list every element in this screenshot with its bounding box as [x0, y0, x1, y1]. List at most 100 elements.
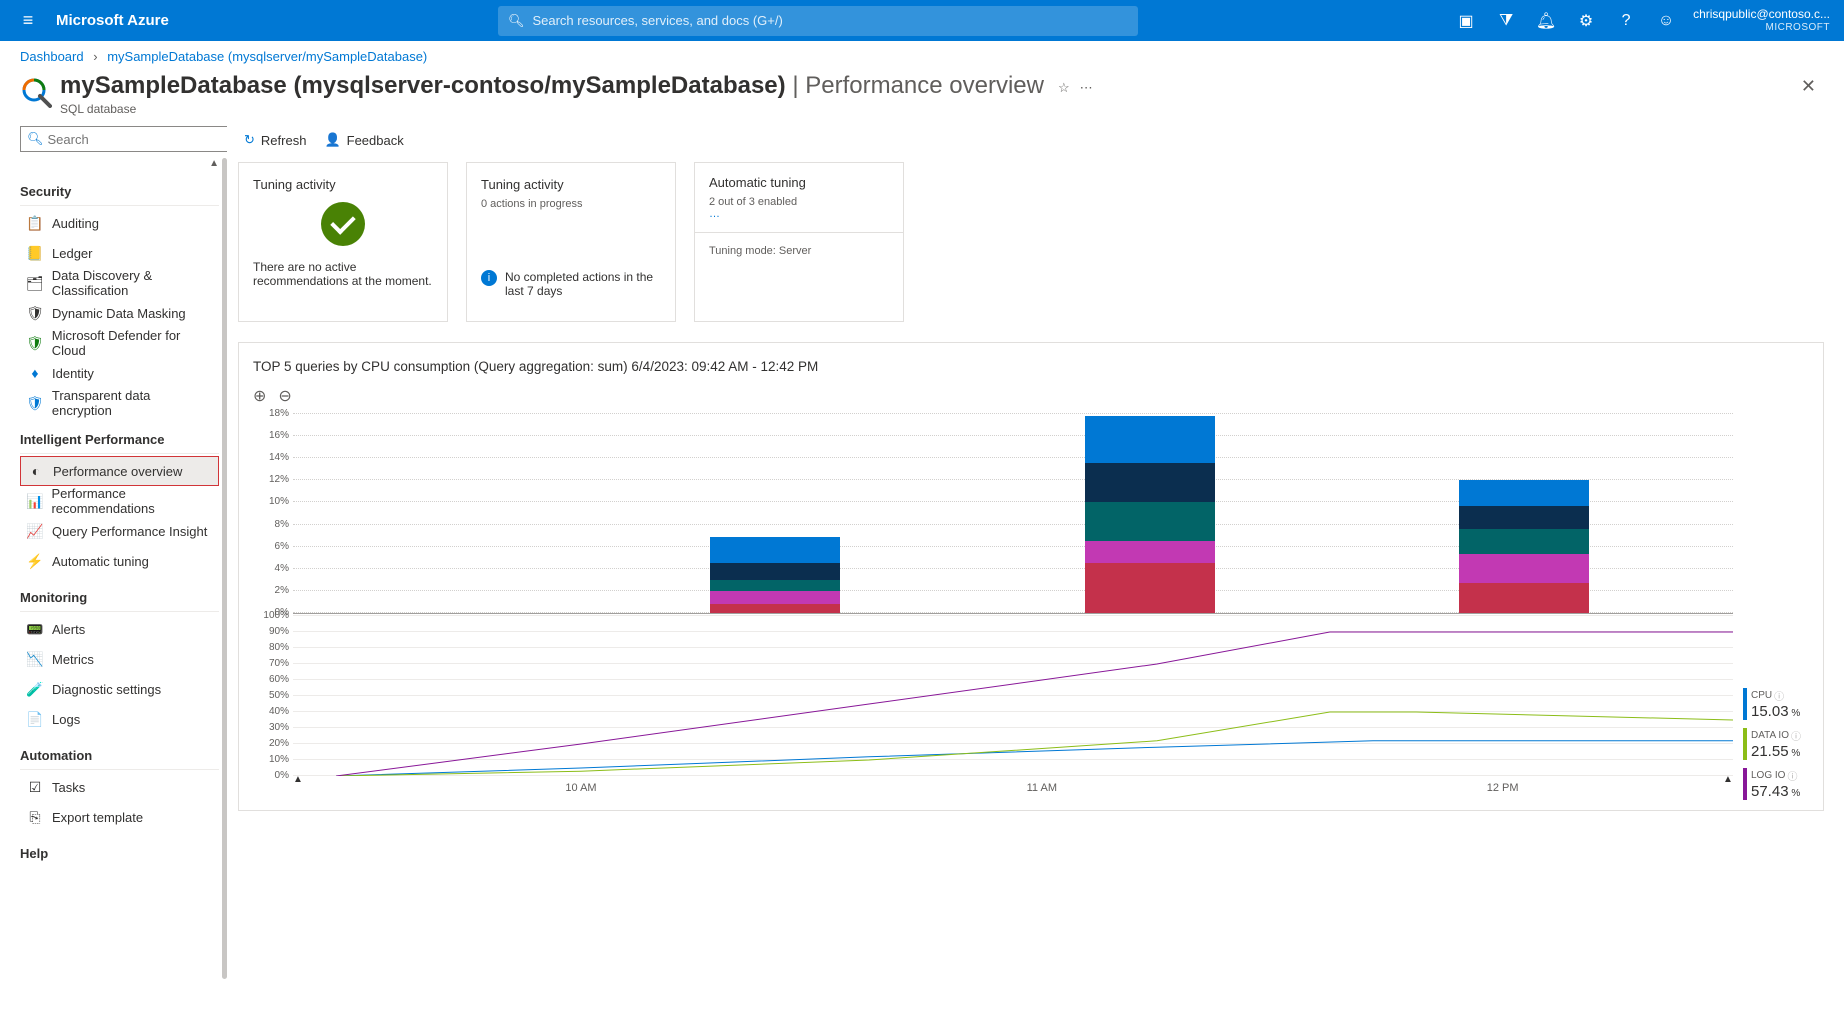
legend-item-cpu[interactable]: CPU ⓘ15.03 % — [1743, 688, 1809, 720]
user-block[interactable]: chrisqpublic@contoso.c... MICROSOFT — [1693, 7, 1836, 33]
top-icon-bar: ▣ ⧩ 🔔︎ ⚙ ? ☺ — [1447, 0, 1685, 41]
sidebar-search-input[interactable] — [48, 132, 224, 147]
info-icon: i — [481, 270, 497, 286]
nav-identity[interactable]: ♦ Identity — [20, 358, 219, 388]
zoom-in-icon[interactable]: ⊕ — [253, 386, 266, 406]
nav-performance-overview[interactable]: ◐Performance overview — [20, 456, 219, 486]
nav-defender[interactable]: 🛡 Microsoft Defender for Cloud — [20, 328, 219, 358]
refresh-button[interactable]: ↻Refresh — [244, 132, 306, 148]
diagnostic-icon: 🧪 — [26, 680, 44, 698]
nav-label: Logs — [52, 712, 80, 727]
nav-tasks[interactable]: ☑Tasks — [20, 772, 219, 802]
search-icon: 🔍︎ — [27, 131, 44, 147]
nav-label: Diagnostic settings — [52, 682, 161, 697]
nav-automatic-tuning[interactable]: ⚡ Automatic tuning — [20, 546, 219, 576]
feedback-icon[interactable]: ☺ — [1647, 0, 1685, 41]
x-label: 12 PM — [1487, 782, 1519, 794]
global-search-input[interactable] — [532, 13, 1127, 28]
close-blade-icon[interactable]: ✕ — [1793, 72, 1824, 101]
section-automation: Automation — [20, 748, 219, 763]
nav-label: Dynamic Data Masking — [52, 306, 186, 321]
nav-ledger[interactable]: 📒Ledger — [20, 238, 219, 268]
scroll-up-arrow-icon[interactable]: ▲ — [20, 158, 219, 170]
page-title-actions: ☆ ⋯ — [1058, 80, 1093, 96]
card-tuning-activity-1[interactable]: Tuning activity There are no active reco… — [238, 162, 448, 322]
card-sub: 0 actions in progress — [481, 198, 661, 210]
help-icon[interactable]: ? — [1607, 0, 1645, 41]
qpi-icon: 📈 — [26, 522, 44, 540]
section-monitoring: Monitoring — [20, 590, 219, 605]
nav-data-discovery[interactable]: 🗂Data Discovery & Classification — [20, 268, 219, 298]
defender-icon: 🛡 — [26, 334, 44, 352]
line-chart[interactable]: 0%10%20%30%40%50%60%70%80%90%100% — [293, 616, 1733, 776]
nav-diagnostic-settings[interactable]: 🧪 Diagnostic settings — [20, 674, 219, 704]
favorite-star-icon[interactable]: ☆ — [1058, 80, 1070, 96]
filter-icon[interactable]: ⧩ — [1487, 0, 1525, 41]
breadcrumb-sep: › — [93, 49, 97, 64]
auditing-icon: 📋 — [26, 214, 44, 232]
brand-label: Microsoft Azure — [56, 12, 169, 29]
chart-legend: CPU ⓘ15.03 % DATA IO ⓘ21.55 % LOG IO ⓘ57.4… — [1737, 414, 1809, 800]
breadcrumb-item[interactable]: mySampleDatabase (mysqlserver/mySampleDa… — [107, 49, 427, 64]
page-header: mySampleDatabase (mysqlserver-contoso/my… — [0, 68, 1844, 126]
command-bar: ↻Refresh 👤Feedback — [238, 126, 1824, 162]
nav-label: Performance overview — [53, 464, 182, 479]
chart-zoom-controls: ⊕ ⊖ — [253, 386, 1809, 406]
sidebar-scrollbar[interactable] — [221, 126, 227, 1019]
sidebar: 🔍︎ « ▲ Security 📋Auditing 📒Ledger 🗂Data … — [0, 126, 228, 1019]
legend-item-data-io[interactable]: DATA IO ⓘ21.55 % — [1743, 728, 1809, 760]
identity-icon: ♦ — [26, 364, 44, 382]
notifications-icon[interactable]: 🔔︎ — [1527, 0, 1565, 41]
card-automatic-tuning[interactable]: Automatic tuning 2 out of 3 enabled … Tu… — [694, 162, 904, 322]
nav-dynamic-data-masking[interactable]: 🛡Dynamic Data Masking — [20, 298, 219, 328]
nav-label: Performance recommendations — [51, 486, 213, 516]
section-security: Security — [20, 184, 219, 199]
page-title-suffix: Performance overview — [805, 72, 1044, 99]
x-label: 10 AM — [565, 782, 596, 794]
cloud-shell-icon[interactable]: ▣ — [1447, 0, 1485, 41]
card-info-text: No completed actions in the last 7 days — [505, 270, 661, 298]
sidebar-search[interactable]: 🔍︎ — [20, 126, 228, 152]
card-sub: 2 out of 3 enabled — [709, 196, 889, 208]
nav-metrics[interactable]: 📉 Metrics — [20, 644, 219, 674]
btn-label: Feedback — [347, 133, 404, 148]
nav-performance-recommendations[interactable]: 📊Performance recommendations — [20, 486, 219, 516]
chart-panel: TOP 5 queries by CPU consumption (Query … — [238, 342, 1824, 811]
nav-label: Automatic tuning — [52, 554, 149, 569]
resource-icon — [20, 76, 52, 108]
bar-chart[interactable]: 0%2%4%6%8%10%12%14%16%18% — [293, 414, 1733, 614]
metrics-icon: 📉 — [26, 650, 44, 668]
card-tuning-activity-2[interactable]: Tuning activity 0 actions in progress i … — [466, 162, 676, 322]
btn-label: Refresh — [261, 133, 307, 148]
nav-export-template[interactable]: ⎘Export template — [20, 802, 219, 832]
nav-query-performance-insight[interactable]: 📈Query Performance Insight — [20, 516, 219, 546]
feedback-button[interactable]: 👤Feedback — [324, 132, 403, 148]
nav-label: Alerts — [52, 622, 85, 637]
user-tenant: MICROSOFT — [1693, 22, 1830, 34]
more-icon[interactable]: ⋯ — [1080, 80, 1093, 96]
nav-auditing[interactable]: 📋Auditing — [20, 208, 219, 238]
breadcrumb-root[interactable]: Dashboard — [20, 49, 84, 64]
nav-label: Metrics — [52, 652, 94, 667]
ledger-icon: 📒 — [26, 244, 44, 262]
nav-logs[interactable]: 📄 Logs — [20, 704, 219, 734]
logs-icon: 📄 — [26, 710, 44, 728]
auto-tune-icon: ⚡ — [26, 552, 44, 570]
page-title-main: mySampleDatabase (mysqlserver-contoso/my… — [60, 72, 786, 99]
menu-toggle-icon[interactable]: ≡ — [8, 10, 48, 31]
nav-tde[interactable]: 🛡Transparent data encryption — [20, 388, 219, 418]
tde-icon: 🛡 — [26, 394, 44, 412]
nav-label: Identity — [52, 366, 94, 381]
page-subtitle: SQL database — [60, 102, 1044, 116]
settings-icon[interactable]: ⚙ — [1567, 0, 1605, 41]
nav-alerts[interactable]: 📟Alerts — [20, 614, 219, 644]
chart-title: TOP 5 queries by CPU consumption (Query … — [253, 359, 1809, 374]
global-search[interactable]: 🔍︎ — [498, 6, 1138, 36]
nav-label: Tasks — [52, 780, 85, 795]
nav-label: Microsoft Defender for Cloud — [52, 328, 213, 358]
legend-item-log-io[interactable]: LOG IO ⓘ57.43 % — [1743, 768, 1809, 800]
page-title: mySampleDatabase (mysqlserver-contoso/my… — [60, 72, 1044, 99]
main-content: ↻Refresh 👤Feedback Tuning activity There… — [228, 126, 1844, 1019]
zoom-out-icon[interactable]: ⊖ — [278, 386, 291, 406]
topbar: ≡ Microsoft Azure 🔍︎ ▣ ⧩ 🔔︎ ⚙ ? ☺ chrisq… — [0, 0, 1844, 41]
